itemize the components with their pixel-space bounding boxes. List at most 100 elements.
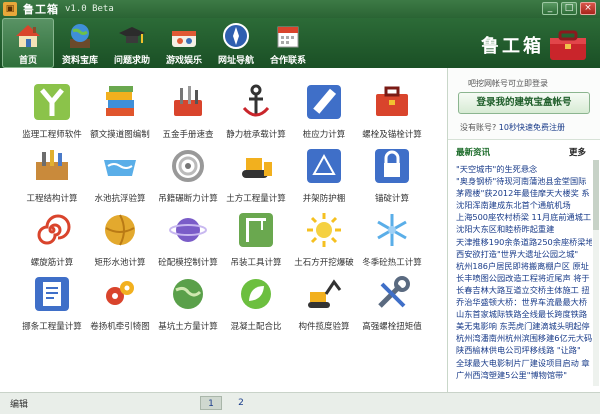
tool-pool-floating[interactable]: 水池抗浮验算: [86, 144, 154, 208]
window-title: 鲁工箱: [23, 3, 59, 16]
tool-label: 工程结构计算: [26, 194, 78, 204]
lock-icon: [370, 144, 414, 188]
tool-label: 挪条工程量计算: [22, 322, 82, 332]
news-item[interactable]: 全球最大电影制片厂建设项目启动 章: [456, 357, 592, 369]
toolbox-open-icon: [30, 144, 74, 188]
coil-icon: [166, 144, 210, 188]
tool-hardware-manual[interactable]: 五金手册速查: [154, 80, 222, 144]
tool-anchorage[interactable]: 锚碇计算: [358, 144, 426, 208]
news-item[interactable]: 陕西榆林供电公司坪移线路 "让路": [456, 344, 592, 356]
tool-lifting[interactable]: 吊装工具计算: [222, 208, 290, 272]
tool-winter-concrete[interactable]: 冬季砼热工计算: [358, 208, 426, 272]
tool-label: 锚碇计算: [374, 194, 409, 204]
news-item[interactable]: 杭州湾潘南州杭州滨围移建6亿元大码: [456, 332, 592, 344]
tool-label: 砼配模控制计算: [158, 258, 218, 268]
app-toolbox-icon: ▣: [3, 2, 17, 16]
tool-pit-earthwork[interactable]: 基坑土方量计算: [154, 272, 222, 336]
news-item[interactable]: 山东首家城际铁路全线最长跨度铁路: [456, 308, 592, 320]
tool-static-pile[interactable]: 静力桩承载计算: [222, 80, 290, 144]
tool-spiral-rebar[interactable]: 螺旋筋计算: [18, 208, 86, 272]
news-item[interactable]: 长丰喷图公园改造工程将近尾声 将于: [456, 272, 592, 284]
nav-item-home[interactable]: 首页: [2, 18, 54, 68]
news-item[interactable]: 西安欲打造"世界大遗址公园之城": [456, 248, 592, 260]
tool-blasting[interactable]: 土石方开挖爆破: [290, 208, 358, 272]
toolbox-icon: [370, 80, 414, 124]
news-item[interactable]: 乔治华盛顿大桥：世界车流最最大桥: [456, 296, 592, 308]
tool-winch[interactable]: 卷扬机牵引犄图: [86, 272, 154, 336]
news-item[interactable]: "天空城市"的生死悬念: [456, 163, 592, 175]
news-item[interactable]: 广州西湾塑建5公里"博物馆带": [456, 369, 592, 381]
page-2-button[interactable]: 2: [230, 396, 252, 410]
news-item[interactable]: 美无鬼影响 东莞虎门建滴城头明起停: [456, 320, 592, 332]
nav-label: 网址导航: [217, 56, 254, 66]
crane-icon: [234, 208, 278, 252]
tool-drawing[interactable]: 额文摸道图编制: [86, 80, 154, 144]
tool-pile-stress[interactable]: 桩应力计算: [290, 80, 358, 144]
tool-rect-pool[interactable]: 矩形水池计算: [86, 208, 154, 272]
tool-stirrup-force[interactable]: 吊籍碾断力计算: [154, 144, 222, 208]
news-item[interactable]: 茅霞楼"获2012年最佳摩天大楼奖 系: [456, 187, 592, 199]
news-item[interactable]: 长春吉林大路互道立交桥主体施工 扭: [456, 284, 592, 296]
tool-label: 构件揽度验算: [298, 322, 350, 332]
minimize-button[interactable]: _: [542, 2, 558, 15]
news-item[interactable]: "奥身钢桥"待现河南蒲池县金堂国际: [456, 175, 592, 187]
title-bar[interactable]: ▣ 鲁工箱 v1.0 Beta _ □ ×: [0, 0, 600, 18]
sun-icon: [302, 208, 346, 252]
tool-label: 基坑土方量计算: [158, 322, 218, 332]
status-bar: 编辑 1 2: [0, 392, 600, 414]
news-item[interactable]: 天津推移190余条道路250余座桥梁地: [456, 236, 592, 248]
tool-deflection[interactable]: 构件揽度验算: [290, 272, 358, 336]
tool-high-strength-bolt[interactable]: 高强螺栓扭矩值: [358, 272, 426, 336]
tool-concrete-mix-control[interactable]: 砼配模控制计算: [154, 208, 222, 272]
compass-icon: [221, 21, 251, 51]
pool-icon: [98, 144, 142, 188]
tool-bolt-calc[interactable]: 螺栓及锚栓计算: [358, 80, 426, 144]
tool-label: 监理工程师软件: [22, 130, 82, 140]
tool-structure-calc[interactable]: 工程结构计算: [18, 144, 86, 208]
nav-item-sites[interactable]: 网址导航: [210, 18, 262, 68]
close-button[interactable]: ×: [580, 2, 596, 15]
nav-item-games[interactable]: 游戏娱乐: [158, 18, 210, 68]
tool-supervisor-software[interactable]: 监理工程师软件: [18, 80, 86, 144]
page-1-button[interactable]: 1: [200, 396, 222, 410]
tool-label: 吊装工具计算: [230, 258, 282, 268]
news-scrollbar[interactable]: [593, 160, 599, 386]
pager: 1 2: [200, 396, 252, 410]
nav-label: 游戏娱乐: [165, 56, 202, 66]
news-item[interactable]: 沈阳浑南建成东北首个通航机场: [456, 199, 592, 211]
news-more-link[interactable]: 更多: [569, 146, 586, 158]
snowflake-icon: [370, 208, 414, 252]
tool-label: 并架防护棚: [302, 194, 346, 204]
news-item[interactable]: 杭州186户居民即将搬离棚户区 原址: [456, 260, 592, 272]
status-text[interactable]: 编辑: [10, 397, 28, 410]
tool-label: 静力桩承载计算: [226, 130, 286, 140]
tool-concrete-ratio[interactable]: 混凝土配合比: [222, 272, 290, 336]
leaf-icon: [234, 272, 278, 316]
news-item[interactable]: 上海500座农村桥梁 11月底前通城工: [456, 211, 592, 223]
cogs-icon: [98, 272, 142, 316]
tool-label: 混凝土配合比: [230, 322, 282, 332]
main-nav: 首页 资料宝库 问题求助 游戏娱乐 网址导航 合作联系: [2, 18, 314, 68]
register-link[interactable]: 10秒快速免费注册: [499, 123, 565, 132]
tool-label: 螺旋筋计算: [30, 258, 74, 268]
news-item[interactable]: 沈阳大东区和睦桥昨起重建: [456, 223, 592, 235]
nav-item-help[interactable]: 问题求助: [106, 18, 158, 68]
maximize-button[interactable]: □: [561, 2, 577, 15]
login-button[interactable]: 登录我的建筑宝盒帐号: [458, 92, 590, 114]
nav-label: 首页: [18, 56, 37, 66]
app-window: ▣ 鲁工箱 v1.0 Beta _ □ × 首页 资料宝库 问题求助 游戏娱乐 …: [0, 0, 600, 414]
tool-label: 桩应力计算: [302, 130, 346, 140]
nav-item-library[interactable]: 资料宝库: [54, 18, 106, 68]
scrollbar-thumb[interactable]: [593, 160, 599, 230]
nav-item-contact[interactable]: 合作联系: [262, 18, 314, 68]
brand-title: 鲁工箱: [481, 36, 544, 57]
tool-earthwork[interactable]: 土方工程量计算: [222, 144, 290, 208]
tool-shaft-shed[interactable]: 并架防护棚: [290, 144, 358, 208]
login-hint: 吧挖网帐号可立即登录: [468, 79, 548, 88]
tool-label: 额文摸道图编制: [90, 130, 150, 140]
graduation-cap-icon: [117, 21, 147, 51]
tool-strip-quantity[interactable]: 挪条工程量计算: [18, 272, 86, 336]
home-icon: [13, 21, 43, 51]
tool-label: 水池抗浮验算: [94, 194, 146, 204]
books-icon: [98, 80, 142, 124]
